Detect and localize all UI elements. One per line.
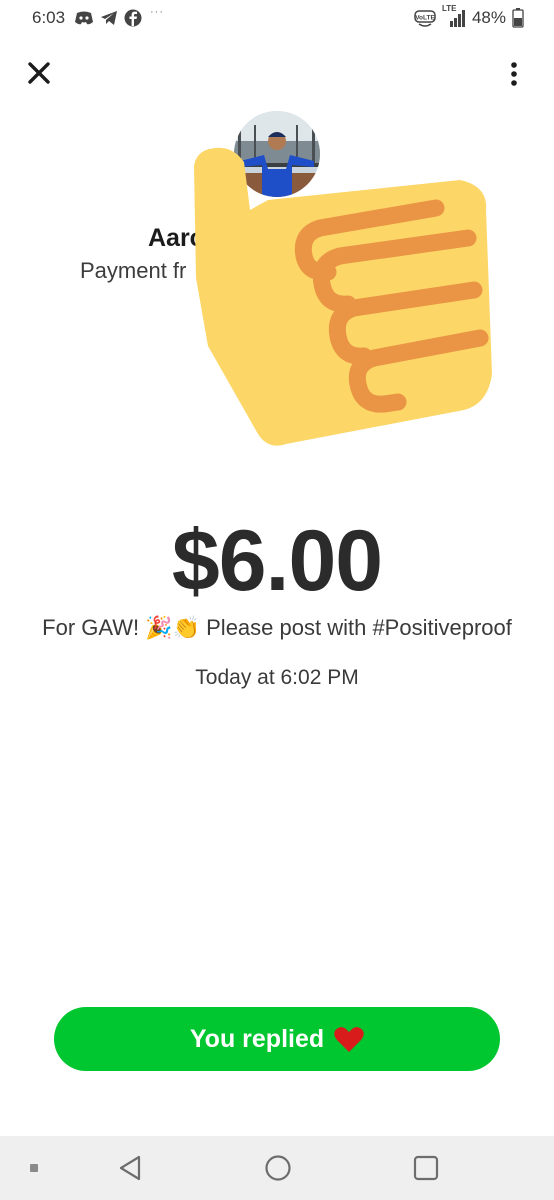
reply-label: You replied — [189, 1024, 325, 1053]
close-button[interactable] — [22, 56, 56, 90]
battery-icon — [512, 8, 524, 28]
back-button[interactable] — [114, 1152, 146, 1184]
status-time: 6:03 — [32, 8, 66, 27]
overview-icon — [413, 1155, 439, 1181]
close-icon — [28, 62, 50, 84]
thumbs-up-sticker — [194, 147, 492, 446]
facebook-icon — [124, 9, 142, 27]
payment-subtitle: Payment fr — [80, 258, 187, 283]
system-nav-bar — [0, 1136, 554, 1200]
payment-note: For GAW! 🎉👏 Please post with #Positivepr… — [42, 615, 512, 640]
heart-icon — [334, 1026, 364, 1052]
telegram-icon — [101, 11, 117, 25]
overflow-notifications: ··· — [150, 6, 164, 18]
status-right: VoLTE LTE 48% — [414, 4, 524, 28]
back-icon — [119, 1155, 141, 1181]
you-replied-button[interactable]: You replied — [54, 1007, 500, 1071]
more-vertical-icon — [511, 62, 517, 86]
home-button[interactable] — [262, 1152, 294, 1184]
volte-icon: VoLTE — [414, 10, 436, 27]
home-icon — [265, 1155, 291, 1181]
svg-text:VoLTE: VoLTE — [415, 15, 435, 22]
signal-icon: LTE — [442, 4, 466, 28]
battery-percent: 48% — [471, 8, 506, 27]
overview-button[interactable] — [410, 1152, 442, 1184]
status-bar: 6:03 ··· VoLTE LTE 48% — [0, 0, 554, 40]
note-emoji: 🎉👏 — [145, 615, 201, 640]
discord-icon — [75, 11, 93, 25]
payment-timestamp: Today at 6:02 PM — [195, 666, 359, 689]
recents-dot[interactable] — [18, 1152, 50, 1184]
payment-amount: $6.00 — [171, 513, 383, 609]
notification-icons — [74, 9, 142, 27]
more-options-button[interactable] — [500, 56, 528, 92]
